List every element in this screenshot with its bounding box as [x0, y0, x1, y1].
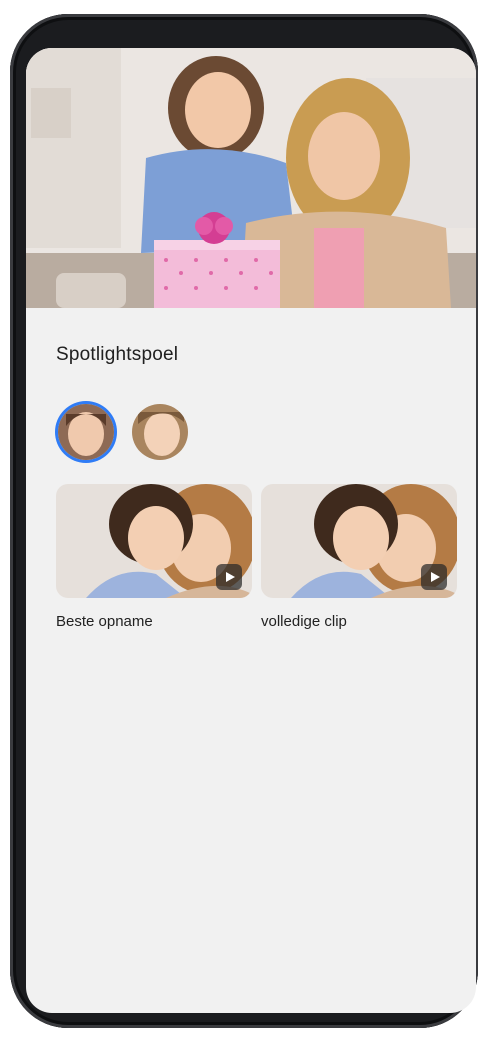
face-thumbnail-girl[interactable] — [58, 404, 114, 460]
play-icon — [421, 564, 447, 590]
hero-photo-illustration — [26, 48, 476, 308]
girl-face-icon — [58, 404, 114, 460]
woman-face-icon — [132, 404, 188, 460]
hero-photo — [26, 48, 476, 308]
clip-best-shot-label: Beste opname — [56, 613, 153, 630]
face-thumbnail-woman[interactable] — [132, 404, 188, 460]
play-icon — [216, 564, 242, 590]
section-title: Spotlightspoel — [56, 344, 179, 365]
clip-full[interactable] — [261, 484, 457, 598]
clip-full-label: volledige clip — [261, 613, 347, 630]
screen: Spotlightspoel Beste opname volledige cl… — [26, 48, 476, 1013]
clip-best-shot[interactable] — [56, 484, 252, 598]
